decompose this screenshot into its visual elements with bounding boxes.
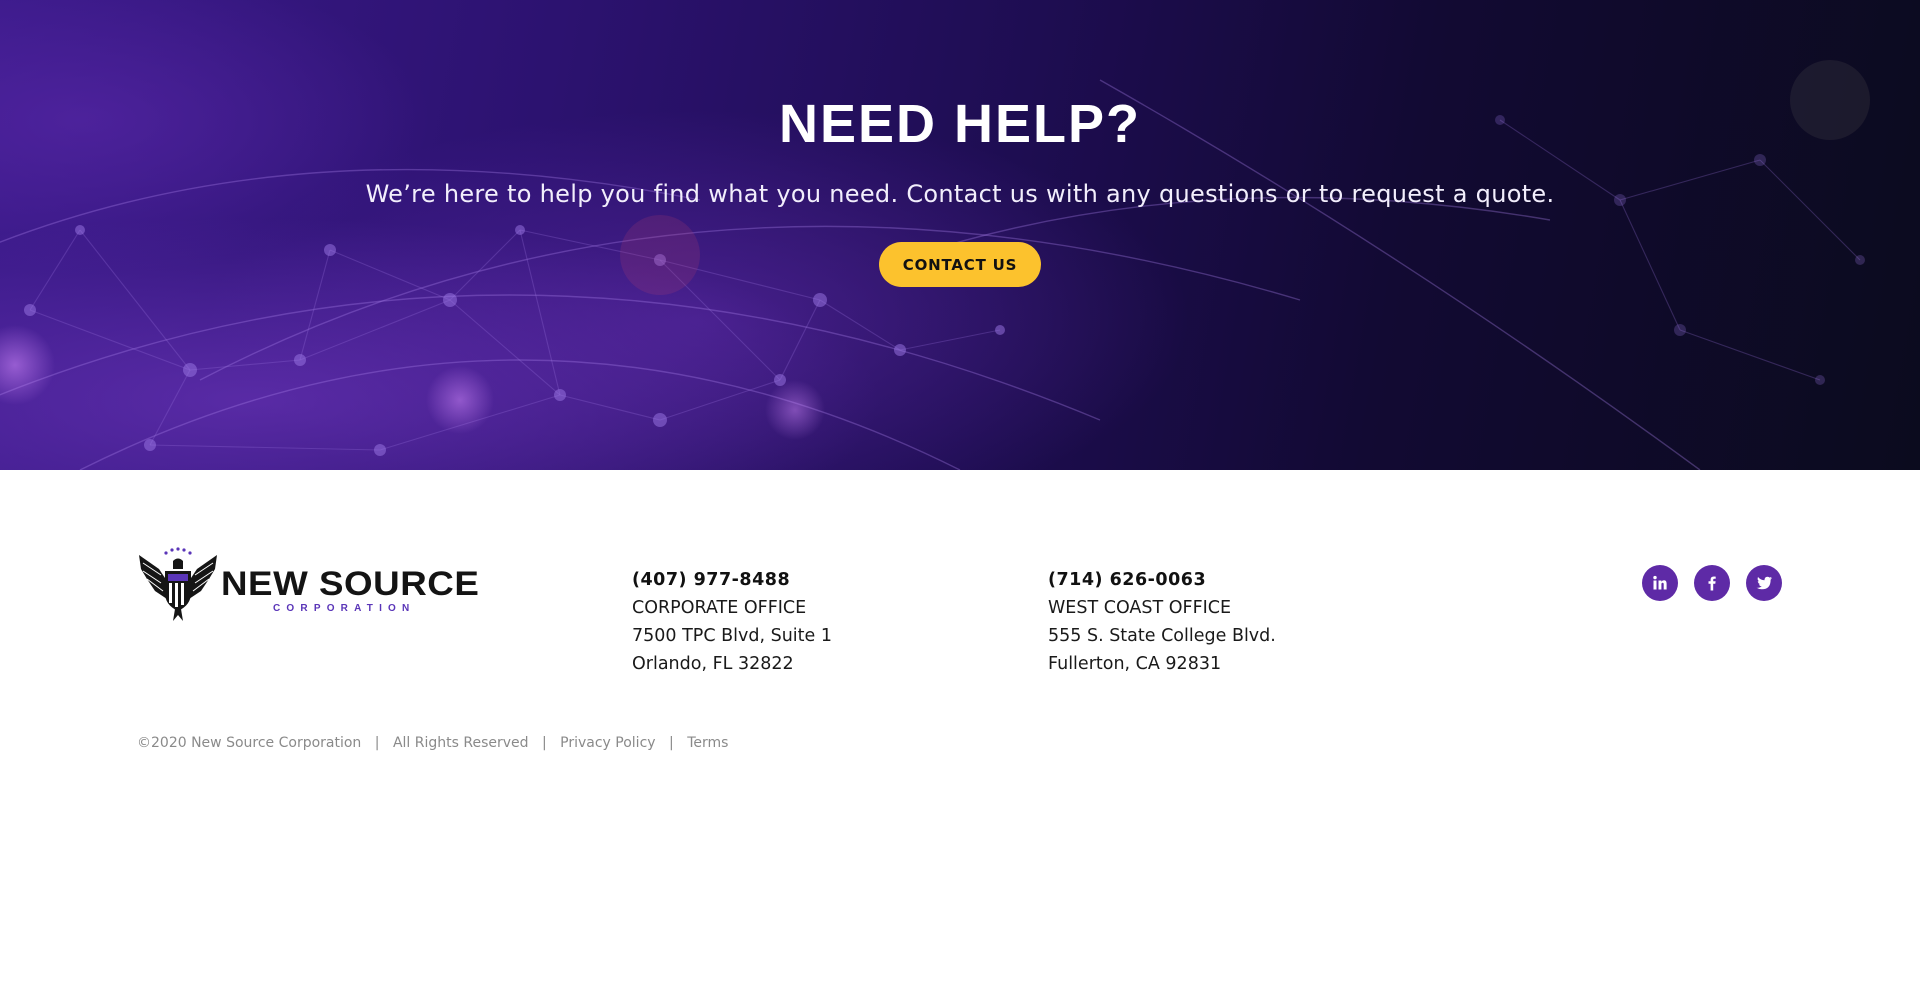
facebook-icon bbox=[1708, 576, 1716, 591]
corporate-office-address-line1: 7500 TPC Blvd, Suite 1 bbox=[632, 626, 832, 646]
legal-bar: ©2020 New Source Corporation | All Right… bbox=[137, 735, 728, 751]
twitter-button[interactable] bbox=[1746, 565, 1782, 601]
eagle-shield-logo-icon bbox=[139, 547, 217, 621]
copyright-text: ©2020 New Source Corporation bbox=[137, 735, 362, 751]
privacy-policy-link[interactable]: Privacy Policy bbox=[560, 735, 655, 751]
footer: NEW SOURCE CORPORATION (407) 977-8488 CO… bbox=[0, 470, 1920, 1000]
linkedin-button[interactable] bbox=[1642, 565, 1678, 601]
logo-company-subtitle: CORPORATION bbox=[273, 603, 416, 614]
legal-separator: | bbox=[669, 735, 674, 751]
legal-separator: | bbox=[541, 735, 547, 751]
contact-us-button[interactable]: CONTACT US bbox=[879, 242, 1041, 287]
hero-title: NEED HELP? bbox=[778, 94, 1142, 154]
west-coast-office-info: (714) 626-0063 WEST COAST OFFICE 555 S. … bbox=[1048, 566, 1276, 678]
facebook-button[interactable] bbox=[1694, 565, 1730, 601]
terms-link[interactable]: Terms bbox=[687, 735, 728, 751]
logo-company-name: NEW SOURCE bbox=[221, 565, 480, 603]
corporate-office-info: (407) 977-8488 CORPORATE OFFICE 7500 TPC… bbox=[632, 566, 832, 678]
linkedin-icon bbox=[1653, 575, 1667, 590]
hero-section: NEED HELP? We’re here to help you find w… bbox=[0, 0, 1920, 470]
rights-text: All Rights Reserved bbox=[392, 735, 529, 751]
west-coast-office-name: WEST COAST OFFICE bbox=[1048, 598, 1232, 618]
hero-subtitle: We’re here to help you find what you nee… bbox=[365, 180, 1555, 208]
west-coast-office-phone[interactable]: (714) 626-0063 bbox=[1048, 566, 1276, 594]
legal-separator: | bbox=[374, 735, 380, 751]
corporate-office-name: CORPORATE OFFICE bbox=[632, 598, 807, 618]
west-coast-office-address-line1: 555 S. State College Blvd. bbox=[1048, 626, 1276, 646]
hero-content: NEED HELP? We’re here to help you find w… bbox=[0, 0, 1920, 287]
corporate-office-phone[interactable]: (407) 977-8488 bbox=[632, 566, 832, 594]
west-coast-office-address-line2: Fullerton, CA 92831 bbox=[1048, 654, 1222, 674]
social-links bbox=[1642, 565, 1782, 601]
company-logo[interactable]: NEW SOURCE CORPORATION bbox=[137, 547, 479, 622]
corporate-office-address-line2: Orlando, FL 32822 bbox=[632, 654, 794, 674]
twitter-icon bbox=[1756, 576, 1772, 590]
